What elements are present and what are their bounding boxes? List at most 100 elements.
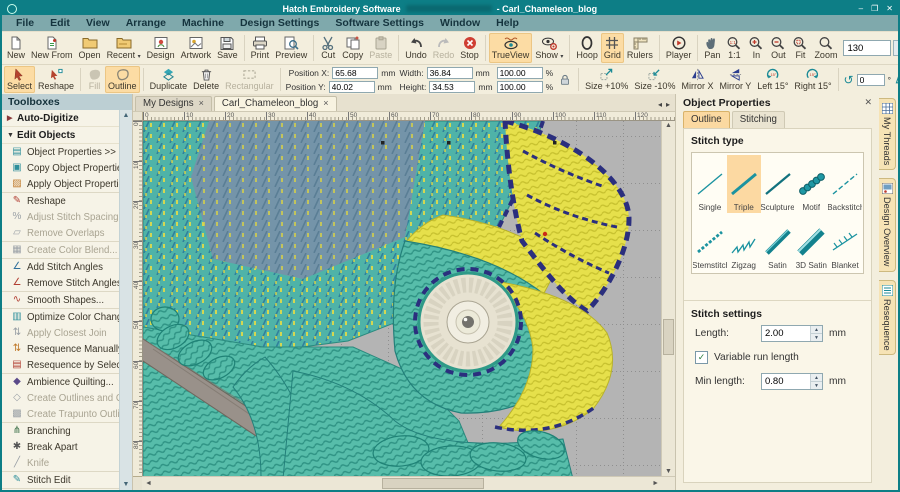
toolbox-item[interactable]: ∠ Remove Stitch Angles <box>2 275 119 291</box>
rotate-right-15-button[interactable]: 15°Right 15° <box>791 66 834 93</box>
stitch-option-satin[interactable]: Satin <box>761 213 795 271</box>
width-input[interactable] <box>427 67 473 79</box>
select-button[interactable]: Select <box>4 66 35 93</box>
toolbox-item[interactable]: ⇅ Apply Closest Join <box>2 325 119 341</box>
size-down-button[interactable]: Size -10% <box>631 66 678 93</box>
toolbox-item[interactable]: ▤ Resequence by Selecte... <box>2 357 119 373</box>
rectangular-select-button[interactable]: Rectangular <box>222 66 277 93</box>
stitch-option-sculpture[interactable]: Sculpture <box>761 155 795 213</box>
stitch-option-motif[interactable]: Motif <box>794 155 828 213</box>
length-input[interactable] <box>762 326 810 341</box>
close-tab-icon[interactable]: × <box>199 99 204 108</box>
toolbox-item[interactable]: ◇ Create Outlines and Of... <box>2 390 119 406</box>
mirror-x-button[interactable]: Mirror X <box>678 66 716 93</box>
scroll-right-icon[interactable]: ► <box>652 480 659 487</box>
toolbox-item[interactable]: % Adjust Stitch Spacing... <box>2 209 119 225</box>
close-tab-icon[interactable]: × <box>323 99 328 108</box>
toolbox-item[interactable]: ▨ Apply Object Properties <box>2 176 119 192</box>
toolbox-item[interactable]: ✎ Reshape <box>2 192 119 209</box>
design-button[interactable]: Design <box>144 33 178 63</box>
tab-my-threads[interactable]: My Threads <box>879 98 896 170</box>
tab-stitching[interactable]: Stitching <box>732 111 785 128</box>
menu-item[interactable]: View <box>78 17 118 29</box>
toolbox-item[interactable]: ╱ Knife <box>2 455 119 471</box>
zoom-1to1-button[interactable]: 1:11:1 <box>723 33 745 63</box>
fill-button[interactable]: Fill <box>84 66 105 93</box>
toolbox-group-digitize[interactable]: ▶Digitize <box>2 488 119 490</box>
toolbox-item[interactable]: ∿ Smooth Shapes... <box>2 291 119 308</box>
zoom-out-button[interactable]: Out <box>767 33 789 63</box>
zoom-fit-button[interactable]: Fit <box>789 33 811 63</box>
toolbox-item[interactable]: ▩ Create Trapunto Outlin... <box>2 406 119 422</box>
zoom-level-input[interactable] <box>843 40 891 56</box>
redo-button[interactable]: Redo <box>430 33 458 63</box>
spin-down-icon[interactable]: ▼ <box>811 334 822 341</box>
spin-down-icon[interactable]: ▼ <box>811 382 822 389</box>
horizontal-scroll-thumb[interactable] <box>382 478 484 489</box>
new-button[interactable]: New <box>4 33 28 63</box>
size-up-button[interactable]: Size +10% <box>582 66 631 93</box>
menu-item[interactable]: Design Settings <box>232 17 327 29</box>
open-button[interactable]: Open <box>76 33 104 63</box>
stitch-option-single[interactable]: Single <box>693 155 727 213</box>
scroll-down-icon[interactable]: ▼ <box>123 481 130 488</box>
horizontal-scrollbar[interactable]: ◄ ► <box>142 476 662 490</box>
outline-button[interactable]: Outline <box>105 66 140 93</box>
min-length-input[interactable] <box>762 374 810 389</box>
position-x-input[interactable] <box>332 67 378 79</box>
toolbox-item[interactable]: ▦ Create Color Blend... <box>2 241 119 258</box>
toolbox-item[interactable]: ▱ Remove Overlaps <box>2 225 119 241</box>
stitch-option-blanket[interactable]: Blanket <box>828 213 862 271</box>
undo-button[interactable]: Undo <box>402 33 430 63</box>
toolbox-item[interactable]: ▥ Optimize Color Chang... <box>2 308 119 325</box>
tab-outline[interactable]: Outline <box>683 111 730 128</box>
toolbox-item[interactable]: ✎ Stitch Edit <box>2 471 119 488</box>
player-button[interactable]: Player <box>663 33 695 63</box>
menu-item[interactable]: File <box>8 17 42 29</box>
pan-button[interactable]: Pan <box>701 33 723 63</box>
toolbox-group-auto-digitize[interactable]: ▶Auto-Digitize <box>2 110 119 127</box>
menu-item[interactable]: Help <box>488 17 527 29</box>
scale-y-input[interactable] <box>497 81 543 93</box>
tab-scroll-right-icon[interactable]: ▸ <box>666 100 670 109</box>
toolbox-item[interactable]: ⇅ Resequence Manually ... <box>2 341 119 357</box>
paste-button[interactable]: Paste <box>366 33 395 63</box>
spin-up-icon[interactable]: ▲ <box>811 374 822 382</box>
scroll-left-icon[interactable]: ◄ <box>145 480 152 487</box>
scroll-up-icon[interactable]: ▲ <box>123 112 130 119</box>
spin-up-icon[interactable]: ▲ <box>811 326 822 334</box>
zoom-in-button[interactable]: In <box>745 33 767 63</box>
tab-design-overview[interactable]: Design Overview <box>879 178 896 271</box>
toolbox-item[interactable]: ▣ Copy Object Properties <box>2 160 119 176</box>
menu-item[interactable]: Window <box>432 17 488 29</box>
scroll-down-icon[interactable]: ▼ <box>665 468 672 475</box>
height-input[interactable] <box>429 81 475 93</box>
stitch-option-triple[interactable]: Triple <box>727 155 761 213</box>
hoop-button[interactable]: Hoop <box>573 33 601 63</box>
rotate-angle-input[interactable] <box>857 74 885 86</box>
toolbox-item[interactable]: ∠ Add Stitch Angles <box>2 258 119 275</box>
sidebar-scrollbar[interactable]: ▲ ▼ <box>119 110 132 490</box>
minimize-button[interactable]: – <box>859 4 863 13</box>
reshape-button[interactable]: Reshape <box>35 66 77 93</box>
position-y-input[interactable] <box>329 81 375 93</box>
stitch-option-3d-satin[interactable]: 3D Satin <box>794 213 828 271</box>
toolbox-group-edit-objects[interactable]: ▼Edit Objects <box>2 127 119 144</box>
menu-item[interactable]: Machine <box>174 17 232 29</box>
tab-resequence[interactable]: Resequence <box>879 280 896 356</box>
preview-button[interactable]: Preview <box>272 33 310 63</box>
zoom-tool-button[interactable]: Zoom <box>811 33 840 63</box>
tab-scroll-left-icon[interactable]: ◂ <box>658 100 662 109</box>
print-button[interactable]: Print <box>248 33 273 63</box>
restore-button[interactable]: ❐ <box>871 4 878 13</box>
design-canvas[interactable] <box>143 121 661 476</box>
delete-button[interactable]: Delete <box>190 66 222 93</box>
save-button[interactable]: Save <box>214 33 241 63</box>
vertical-scrollbar[interactable]: ▲ ▼ <box>661 121 675 476</box>
zoom-level-dropdown[interactable]: ▾ <box>893 40 898 56</box>
toolbox-item[interactable]: ◆ Ambience Quilting... <box>2 373 119 390</box>
cut-button[interactable]: Cut <box>317 33 339 63</box>
stitch-option-backstitch[interactable]: Backstitch <box>828 155 862 213</box>
artwork-button[interactable]: Artwork <box>178 33 215 63</box>
stitch-option-stemstitch[interactable]: Stemstitch <box>693 213 727 271</box>
